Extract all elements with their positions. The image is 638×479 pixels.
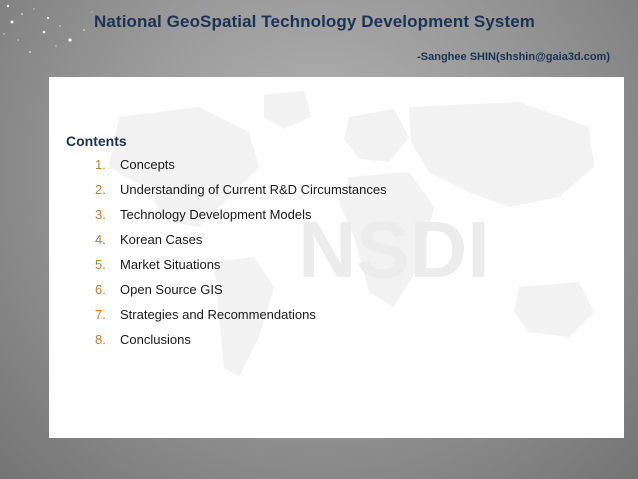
list-item: 6. Open Source GIS [95, 280, 387, 305]
contents-list: 1. Concepts 2. Understanding of Current R&… [95, 155, 387, 355]
list-item: 5. Market Situations [95, 255, 387, 280]
list-item: 2. Understanding of Current R&D Circumsta… [95, 180, 387, 205]
author-credit: -Sanghee SHIN(shshin@gaia3d.com) [417, 51, 610, 63]
item-number: 8. [95, 332, 106, 347]
slide-title: National GeoSpatial Technology Developme… [94, 12, 536, 31]
content-panel: NSDI Contents 1. Concepts 2. Understanding… [49, 77, 624, 438]
item-label: Open Source GIS [120, 282, 223, 297]
list-item: 4. Korean Cases [95, 230, 387, 255]
list-item: 1. Concepts [95, 155, 387, 180]
item-label: Concepts [120, 157, 175, 172]
item-number: 6. [95, 282, 106, 297]
list-item: 8. Conclusions [95, 330, 387, 355]
item-number: 7. [95, 307, 106, 322]
item-label: Understanding of Current R&D Circumstanc… [120, 182, 387, 197]
sparkle-decoration [3, 4, 93, 53]
item-number: 4. [95, 232, 106, 247]
item-label: Korean Cases [120, 232, 203, 247]
contents-heading: Contents [66, 133, 127, 149]
item-label: Conclusions [120, 332, 191, 347]
item-number: 3. [95, 207, 106, 222]
list-item: 7. Strategies and Recommendations [95, 305, 387, 330]
item-label: Market Situations [120, 257, 221, 272]
list-item: 3. Technology Development Models [95, 205, 387, 230]
item-number: 2. [95, 182, 106, 197]
item-number: 1. [95, 157, 106, 172]
item-label: Strategies and Recommendations [120, 307, 316, 322]
item-number: 5. [95, 257, 106, 272]
item-label: Technology Development Models [120, 207, 312, 222]
